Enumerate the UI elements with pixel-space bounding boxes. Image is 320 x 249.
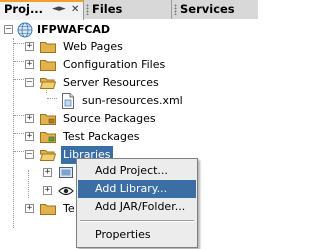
- collapse-toggle-icon[interactable]: –: [4, 25, 13, 34]
- tree-item-server-resources[interactable]: – Server Resources: [0, 74, 258, 92]
- menu-item-add-project[interactable]: Add Project...: [78, 162, 196, 180]
- expand-toggle-icon[interactable]: +: [25, 114, 34, 123]
- window-tab-bar: Proj... ◄► ✕ Files Services: [0, 0, 258, 20]
- menu-item-label: Add Project...: [95, 164, 168, 177]
- tree-item-test-packages[interactable]: + Test Packages: [0, 128, 258, 146]
- tab-services-label: Services: [180, 2, 235, 16]
- menu-item-properties[interactable]: Properties: [78, 226, 196, 244]
- tree-item-library-server[interactable]: +: [0, 182, 76, 200]
- context-menu: Add Project... Add Library... Add JAR/Fo…: [76, 158, 198, 248]
- library-jar-icon: [59, 167, 73, 178]
- tree-root-row[interactable]: – IFPWAFCAD: [0, 21, 258, 39]
- open-folder-icon: [40, 150, 56, 161]
- tree-item-library-jdk[interactable]: +: [0, 164, 76, 182]
- xml-file-icon: [62, 93, 74, 109]
- tree-item-configuration-files[interactable]: + Configuration Files: [0, 56, 258, 74]
- menu-item-label: Add JAR/Folder...: [95, 200, 186, 213]
- expand-toggle-icon[interactable]: +: [43, 168, 52, 177]
- tab-files[interactable]: Files: [84, 0, 172, 19]
- menu-separator: [80, 220, 194, 222]
- package-folder-icon: [40, 132, 56, 143]
- tab-projects[interactable]: Proj... ◄► ✕: [0, 0, 84, 20]
- tree-item-label: Configuration Files: [63, 58, 166, 71]
- open-folder-icon: [40, 78, 56, 89]
- expand-toggle-icon[interactable]: +: [43, 186, 52, 195]
- tree-item-label: Server Resources: [63, 76, 159, 89]
- project-name: IFPWAFCAD: [37, 23, 111, 36]
- expand-toggle-icon[interactable]: +: [25, 132, 34, 141]
- close-icon[interactable]: ✕: [71, 2, 79, 17]
- tab-files-label: Files: [92, 2, 123, 16]
- tree-item-sun-resources-xml[interactable]: sun-resources.xml: [0, 92, 258, 110]
- tree-item-web-pages[interactable]: + Web Pages: [0, 38, 258, 56]
- menu-item-add-library[interactable]: Add Library...: [78, 180, 196, 198]
- glassfish-icon: [58, 186, 74, 196]
- expand-toggle-icon[interactable]: +: [25, 42, 34, 51]
- tree-item-label: Te: [63, 202, 75, 215]
- menu-item-add-jar-folder[interactable]: Add JAR/Folder...: [78, 198, 196, 216]
- folder-icon: [40, 42, 56, 53]
- tab-projects-label: Proj...: [4, 2, 44, 16]
- menu-item-label: Properties: [95, 228, 151, 241]
- collapse-toggle-icon[interactable]: –: [25, 78, 34, 87]
- tab-menu-icon[interactable]: ◄►: [52, 2, 66, 17]
- collapse-toggle-icon[interactable]: –: [25, 150, 34, 159]
- drag-handle-icon: [86, 4, 89, 15]
- tree-item-label: Test Packages: [63, 130, 140, 143]
- package-folder-icon: [40, 114, 56, 125]
- tree-item-source-packages[interactable]: + Source Packages: [0, 110, 258, 128]
- folder-icon: [40, 60, 56, 71]
- tree-item-label: Source Packages: [63, 112, 156, 125]
- drag-handle-icon: [174, 4, 177, 15]
- folder-icon: [40, 204, 56, 215]
- expand-toggle-icon[interactable]: +: [25, 204, 34, 213]
- menu-item-label: Add Library...: [95, 182, 168, 195]
- expand-toggle-icon[interactable]: +: [25, 60, 34, 69]
- tree-item-label: sun-resources.xml: [82, 94, 183, 107]
- globe-icon: [17, 22, 33, 38]
- tab-services[interactable]: Services: [172, 0, 258, 19]
- tree-item-label: Web Pages: [63, 40, 123, 53]
